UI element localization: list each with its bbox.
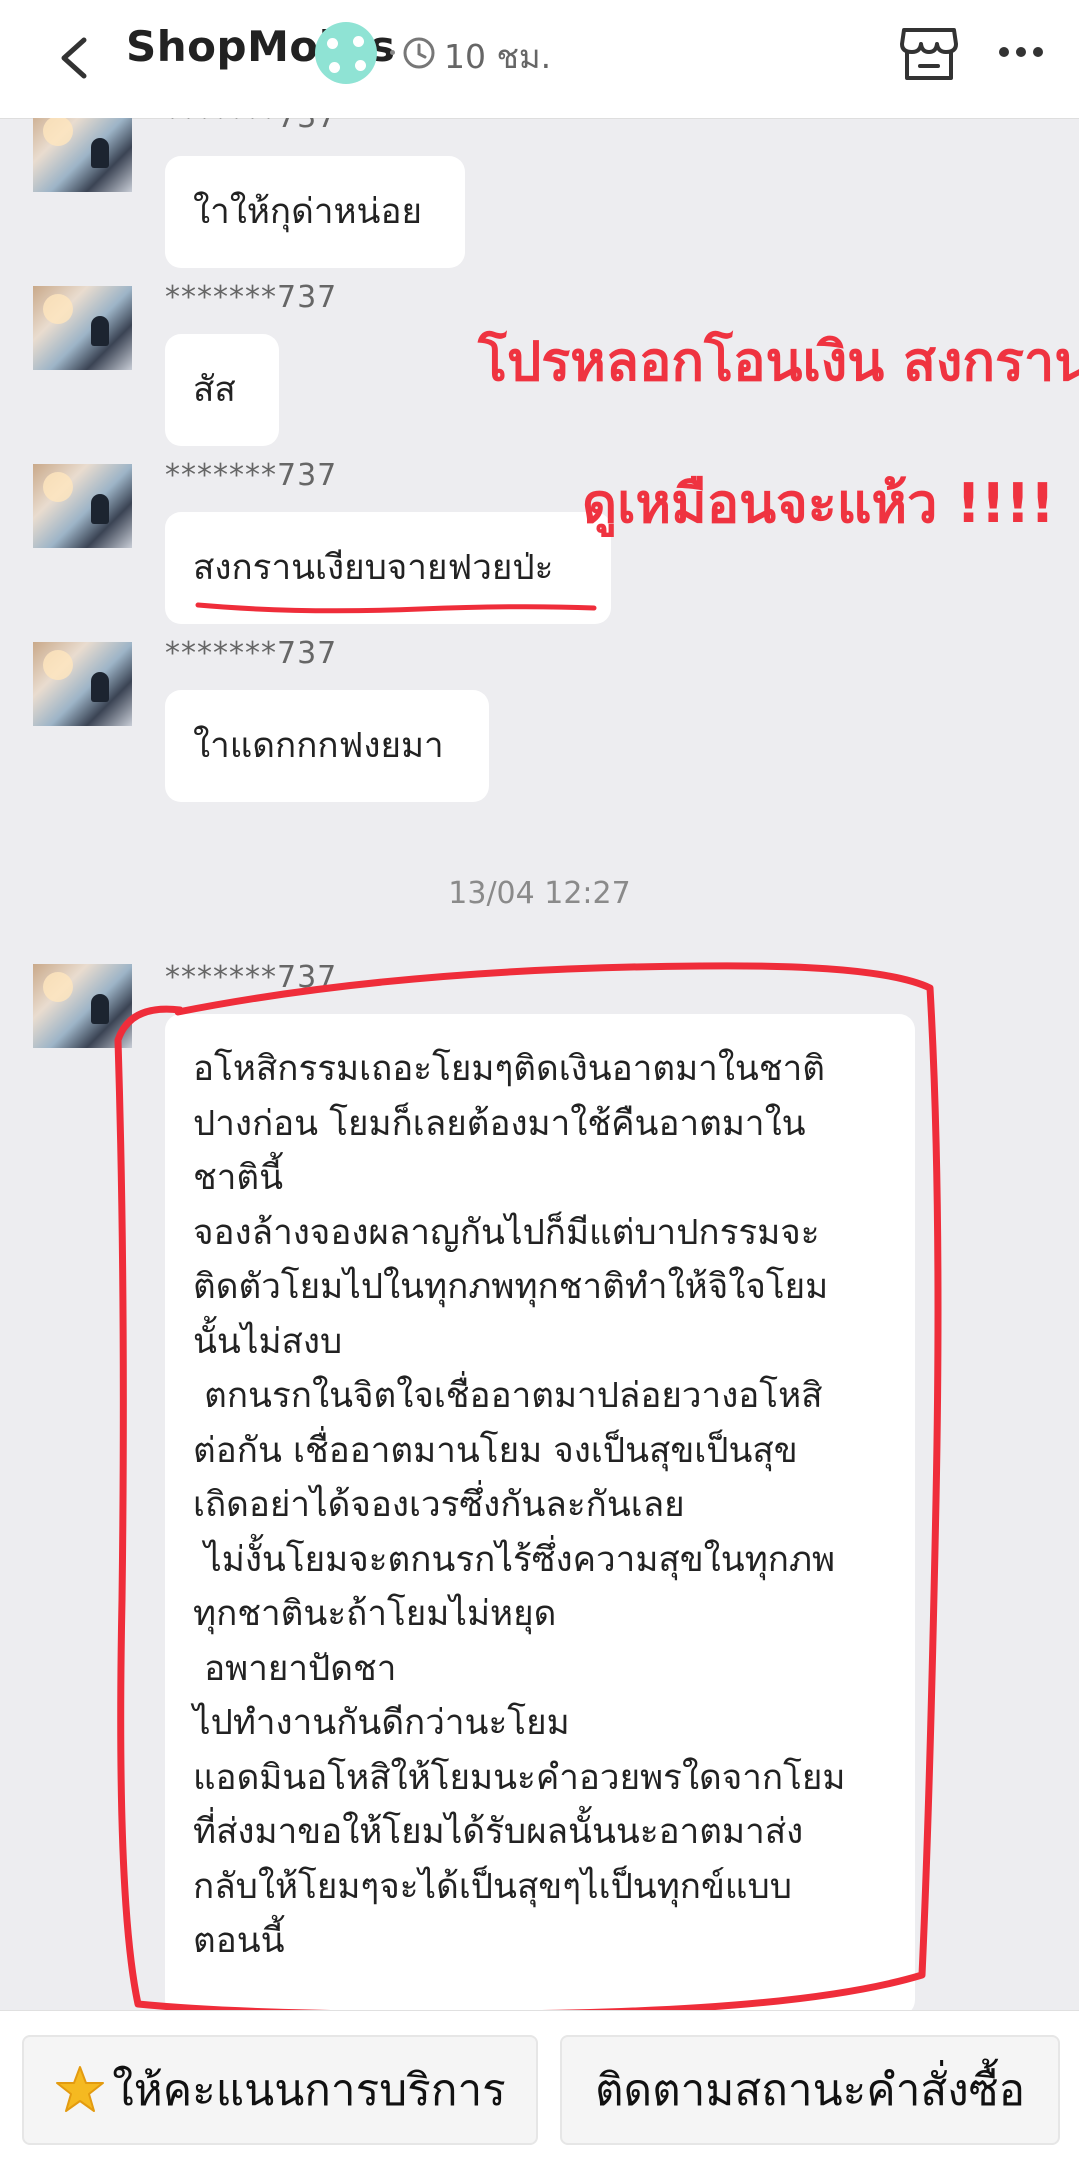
avatar[interactable]	[33, 118, 132, 192]
shop-icon[interactable]	[898, 24, 960, 84]
date-timestamp: 13/04 12:27	[448, 876, 631, 911]
redaction-mark	[315, 22, 377, 84]
rate-service-label: ให้คะแนนการบริการ	[112, 2065, 506, 2116]
avatar[interactable]	[33, 642, 132, 726]
sender-name: *******737	[165, 118, 337, 135]
long-message-bubble[interactable]: อโหสิกรรมเถอะโยมๆติดเงินอาตมาในชาติ ปางก…	[165, 1014, 915, 2010]
message-bubble[interactable]: สงกรานเงียบจายฟวยป่ะ	[165, 512, 611, 624]
sender-name: *******737	[165, 280, 338, 315]
bottom-action-bar: ให้คะแนนการบริการ ติดตามสถานะคำสั่งซื้อ	[0, 2010, 1079, 2169]
chat-header: ShopMob s 10 ชม.	[0, 0, 1079, 119]
more-icon[interactable]	[996, 42, 1046, 62]
chat-area[interactable]: *******737 ใาให้กุด่าหน่อย *******737 สั…	[0, 118, 1079, 2010]
star-icon	[56, 2066, 105, 2112]
track-order-label: ติดตามสถานะคำสั่งซื้อ	[594, 2065, 1026, 2116]
sender-name: *******737	[165, 458, 338, 493]
track-order-button[interactable]: ติดตามสถานะคำสั่งซื้อ	[560, 2035, 1060, 2145]
sender-name: *******737	[165, 636, 338, 671]
separator-dot	[390, 50, 395, 55]
last-seen-text: 10 ชม.	[444, 37, 552, 76]
sender-name: *******737	[165, 960, 338, 995]
avatar[interactable]	[33, 964, 132, 1048]
annotation-text-dry: ดูเหมือนจะแห้ว !!!!	[582, 472, 1055, 535]
avatar[interactable]	[33, 286, 132, 370]
message-bubble[interactable]: ใาแดกกกฟงยมา	[165, 690, 489, 802]
message-bubble[interactable]: สัส	[165, 334, 279, 446]
back-arrow-icon[interactable]	[48, 28, 104, 88]
clock-icon	[403, 37, 435, 69]
rate-service-button[interactable]: ให้คะแนนการบริการ	[22, 2035, 538, 2145]
avatar[interactable]	[33, 464, 132, 548]
annotation-text-scam: โปรหลอกโอนเงิน สงกรานต	[478, 330, 1079, 393]
message-bubble[interactable]: ใาให้กุด่าหน่อย	[165, 156, 465, 268]
